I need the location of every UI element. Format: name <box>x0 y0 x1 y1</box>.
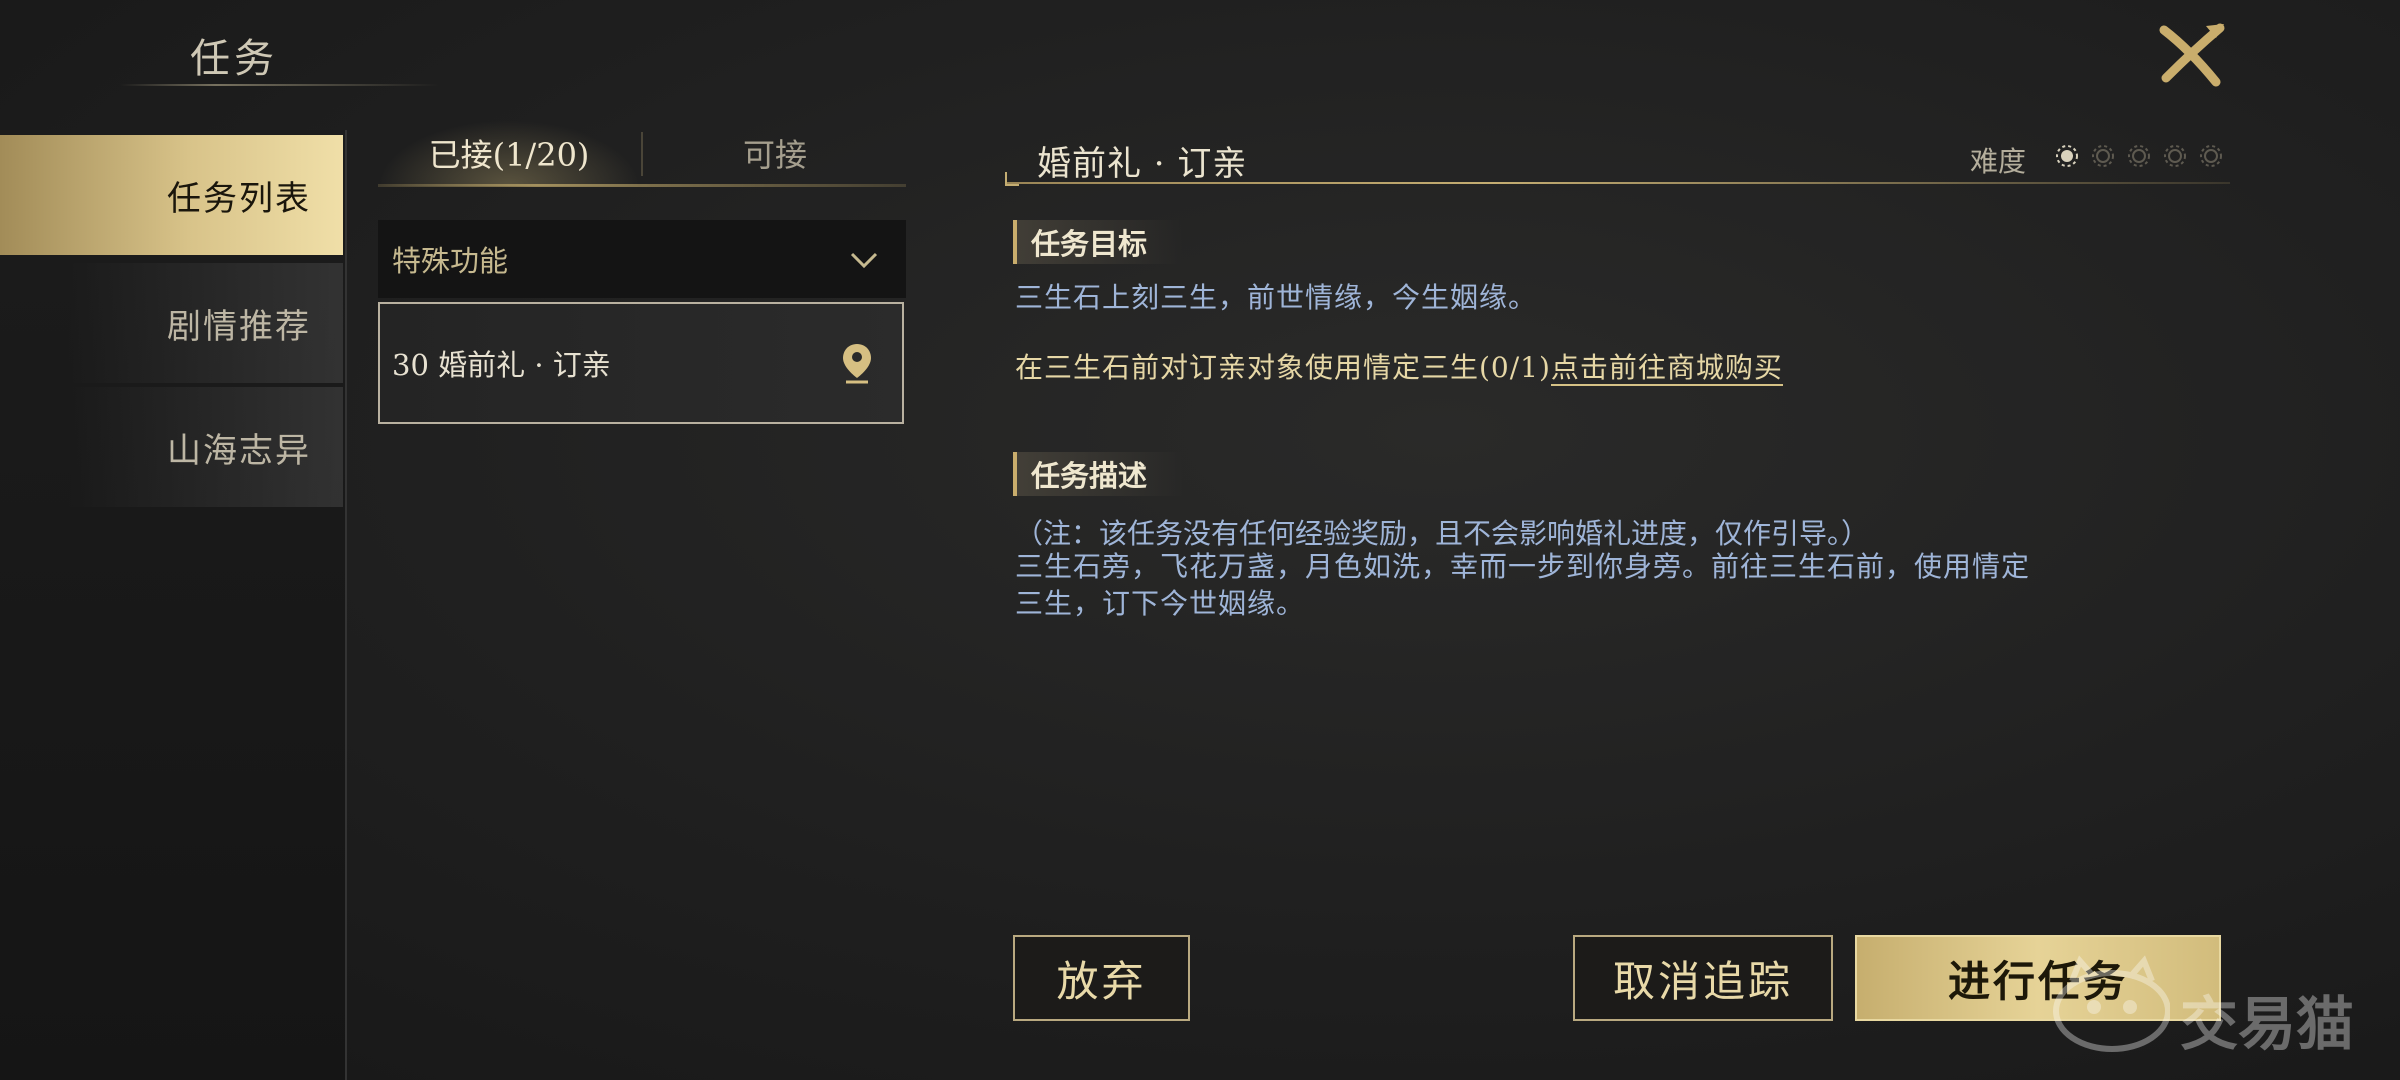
location-pin-icon[interactable] <box>840 342 874 386</box>
close-button[interactable] <box>2150 20 2230 90</box>
chevron-down-icon <box>850 252 878 269</box>
title-divider <box>120 84 440 86</box>
shop-link[interactable]: 点击前往商城购买 <box>1550 351 1783 386</box>
title-bar: 任务 <box>120 20 440 90</box>
watermark-logo-icon <box>2053 955 2170 1052</box>
sidebar-item-story-recommend[interactable]: 剧情推荐 <box>0 263 343 383</box>
tab-accepted[interactable]: 已接(1/20) <box>378 120 640 186</box>
close-icon <box>2159 23 2225 87</box>
objective-action-text: 在三生石前对订亲对象使用情定三生(0/1) <box>1015 351 1551 384</box>
category-label: 特殊功能 <box>392 244 509 278</box>
quest-title: 婚前礼 · 订亲 <box>1037 144 1248 184</box>
sidebar-item-quest-list[interactable]: 任务列表 <box>0 135 343 255</box>
difficulty-star-filled-icon <box>2056 145 2078 167</box>
objective-heading: 任务目标 <box>1013 220 1183 264</box>
page-title: 任务 <box>190 36 278 82</box>
quest-tabs: 已接(1/20) 可接 <box>378 120 906 187</box>
difficulty-star-empty-icon <box>2200 145 2222 167</box>
tab-available[interactable]: 可接 <box>644 120 906 186</box>
description-note: （注：该任务没有任何经验奖励，且不会影响婚礼进度，仅作引导。） <box>1015 517 1870 550</box>
tab-divider <box>641 132 643 176</box>
difficulty-star-empty-icon <box>2164 145 2186 167</box>
sidebar-item-shanhai[interactable]: 山海志异 <box>0 387 343 507</box>
title-underline <box>1005 182 2230 184</box>
sidebar: 任务列表 剧情推荐 山海志异 <box>0 130 347 1080</box>
sidebar-item-label: 剧情推荐 <box>167 306 311 347</box>
untrack-button[interactable]: 取消追踪 <box>1573 935 1833 1021</box>
description-body: 三生石旁，飞花万盏，月色如洗，幸而一步到你身旁。前往三生石前，使用情定三生，订下… <box>1015 550 2031 620</box>
sidebar-item-label: 任务列表 <box>167 178 311 219</box>
objective-text: 三生石上刻三生，前世情缘，今生姻缘。 <box>1015 281 1538 314</box>
difficulty-star-empty-icon <box>2128 145 2150 167</box>
title-corner-ornament <box>1005 172 1019 186</box>
description-heading: 任务描述 <box>1013 452 1183 496</box>
tab-underline <box>378 184 906 187</box>
difficulty-star-empty-icon <box>2092 145 2114 167</box>
quest-list-item[interactable]: 30 婚前礼 · 订亲 <box>378 302 904 424</box>
quest-item-label: 30 婚前礼 · 订亲 <box>392 348 611 382</box>
objective-action: 在三生石前对订亲对象使用情定三生(0/1)点击前往商城购买 <box>1015 346 1783 386</box>
difficulty-label: 难度 <box>1970 145 2027 178</box>
watermark-text: 交易猫 <box>2180 990 2355 1058</box>
sidebar-item-label: 山海志异 <box>167 430 311 471</box>
watermark: 交易猫 <box>2050 955 2390 1065</box>
abandon-button[interactable]: 放弃 <box>1013 935 1190 1021</box>
category-header[interactable]: 特殊功能 <box>378 220 906 298</box>
